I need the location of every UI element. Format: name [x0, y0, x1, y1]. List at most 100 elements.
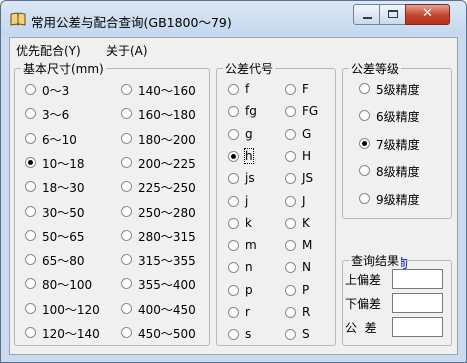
radio-dot: [359, 110, 370, 122]
radio-dot: [121, 84, 132, 95]
radio-dot: [228, 150, 239, 162]
radio-label: 400～450: [138, 302, 196, 317]
radio-dot: [285, 217, 296, 229]
basic-size-title: 基本尺寸(mm): [21, 60, 106, 77]
maximize-icon: [388, 10, 398, 18]
radio-label: 50～65: [42, 229, 85, 244]
close-button[interactable]: ✕: [405, 4, 450, 25]
radio-dot: [228, 195, 239, 207]
radio-label: F: [302, 82, 309, 96]
book-icon: [10, 12, 26, 26]
radio-dot: [285, 262, 296, 274]
basic-size-group: 基本尺寸(mm) 0～3 3～6 6～10 10～18 18～30 30～50 50～65 6…: [14, 60, 210, 346]
radio-dot: [285, 329, 296, 341]
radio-label: 355～400: [138, 278, 196, 293]
radio-dot: [121, 181, 132, 193]
radio-dot: [121, 327, 132, 338]
radio-label: P: [302, 282, 310, 297]
radio-label: p: [245, 282, 253, 297]
radio-label: r: [245, 305, 250, 319]
maximize-button[interactable]: [379, 4, 406, 25]
radio-dot: [285, 84, 296, 95]
radio-label: K: [302, 215, 310, 230]
radio-label: JS: [302, 171, 314, 186]
radio-dot: [228, 106, 239, 118]
radio-label: 0～3: [42, 84, 70, 98]
radio-label: 280～315: [138, 229, 196, 244]
app-window: 常用公差与配合查询(GB1800～79) ✕ 优先配合(Y) 关于(A) 基本尺…: [0, 0, 467, 363]
radio-dot: [285, 284, 296, 296]
radio-dot: [228, 240, 239, 252]
radio-dot: [25, 254, 36, 266]
menu-bar: 优先配合(Y) 关于(A): [10, 38, 457, 59]
radio-label: 80～100: [42, 278, 93, 293]
radio-label: s: [245, 327, 252, 342]
radio-dot: [25, 84, 36, 95]
radio-dot: [25, 132, 36, 144]
tolerance-grade-title: 公差等级: [349, 60, 402, 77]
tolerance-label: 公 差: [345, 321, 377, 335]
upper-deviation-field[interactable]: [392, 269, 443, 289]
menu-preferred-fit[interactable]: 优先配合(Y): [16, 42, 81, 59]
radio-label: 30～50: [42, 205, 85, 220]
radio-dot: [359, 83, 370, 94]
radio-dot: [121, 156, 132, 168]
upper-deviation-label: 上偏差: [345, 273, 382, 287]
radio-dot: [359, 165, 370, 177]
radio-label: 100～120: [42, 302, 100, 317]
tolerance-code-title: 公差代号: [223, 60, 276, 77]
radio-label: g: [245, 126, 253, 141]
radio-dot: [285, 173, 296, 185]
radio-label: 8级精度: [376, 165, 420, 180]
radio-dot: [228, 128, 239, 140]
radio-label: 140～160: [138, 84, 196, 98]
radio-label: j: [245, 193, 249, 208]
radio-dot: [228, 217, 239, 229]
tolerance-field[interactable]: [392, 317, 443, 337]
lower-deviation-label: 下偏差: [345, 297, 382, 311]
radio-label: J: [302, 193, 306, 208]
radio-dot: [285, 106, 296, 118]
radio-label: fg: [245, 104, 257, 119]
radio-dot: [228, 173, 239, 185]
radio-dot: [25, 205, 36, 217]
radio-label: k: [245, 215, 252, 230]
radio-dot: [121, 205, 132, 217]
radio-dot: [121, 254, 132, 266]
close-icon: ✕: [422, 6, 433, 21]
radio-dot: [359, 192, 370, 204]
radio-dot: [285, 128, 296, 140]
radio-dot: [25, 278, 36, 290]
radio-dot: [25, 229, 36, 241]
radio-label: 200～225: [138, 156, 196, 171]
window-title: 常用公差与配合查询(GB1800～79): [31, 15, 232, 30]
lower-deviation-field[interactable]: [392, 293, 443, 313]
query-result-title: 查询结果: [349, 252, 402, 269]
radio-label: js: [245, 171, 255, 186]
radio-dot: [228, 284, 239, 296]
radio-label: m: [245, 238, 257, 253]
radio-dot: [359, 137, 370, 149]
radio-dot: [285, 150, 296, 162]
radio-label: n: [245, 260, 253, 275]
radio-label: R: [302, 305, 311, 319]
radio-label: 450～500: [138, 327, 196, 341]
radio-label: N: [302, 260, 311, 275]
radio-label: 120～140: [42, 327, 100, 341]
radio-dot: [121, 302, 132, 314]
tolerance-code-group: 公差代号 f fg g h js j k m n p r s F FG G H JS J K M N P R S: [216, 60, 336, 346]
radio-dot: [228, 84, 239, 95]
minimize-button[interactable]: [353, 4, 380, 25]
radio-label: 10～18: [42, 156, 85, 171]
title-bar[interactable]: 常用公差与配合查询(GB1800～79) ✕: [1, 1, 466, 36]
radio-label: 225～250: [138, 181, 196, 196]
radio-dot: [285, 195, 296, 207]
menu-about[interactable]: 关于(A): [106, 42, 148, 59]
radio-label: 180～200: [138, 132, 196, 147]
radio-label: 6～10: [42, 132, 77, 147]
radio-dot: [121, 229, 132, 241]
radio-label: f: [245, 82, 250, 96]
client-area: 优先配合(Y) 关于(A) 基本尺寸(mm) 0～3 3～6 6～10 10～18 18…: [9, 37, 458, 355]
radio-dot: [25, 108, 36, 120]
tolerance-grade-group: 公差等级 5级精度 6级精度 7级精度 8级精度 9级精度: [342, 60, 452, 219]
